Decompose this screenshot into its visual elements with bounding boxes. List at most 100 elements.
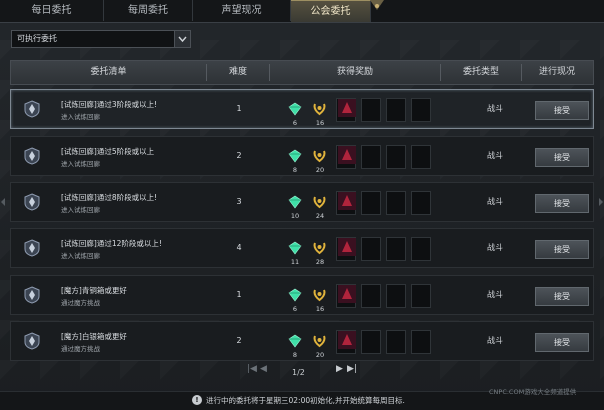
reward-slot-empty	[411, 98, 431, 122]
difficulty-value: 3	[236, 197, 242, 206]
filter-dropdown[interactable]: 可执行委托	[11, 30, 191, 48]
first-page-button[interactable]: |◀	[247, 364, 257, 374]
guild-emblem-icon	[24, 332, 40, 350]
reward-slot-empty	[361, 237, 381, 261]
last-page-button[interactable]: ▶|	[347, 364, 357, 374]
table-row[interactable]: [试炼回廊]通过8阶段或以上! 进入试炼回廊 3 10 24 战斗 接受	[10, 182, 594, 222]
gem-reward-icon	[288, 102, 302, 116]
accept-button[interactable]: 接受	[535, 287, 589, 306]
gem-reward-count: 10	[290, 212, 300, 220]
accept-button[interactable]: 接受	[535, 101, 589, 120]
quest-type: 战斗	[487, 290, 503, 299]
laurel-reward-icon	[313, 289, 326, 302]
reward-slot-empty	[411, 191, 431, 215]
chevron-down-icon[interactable]	[174, 31, 190, 47]
guild-emblem-icon	[24, 286, 40, 304]
guild-emblem-icon	[24, 147, 40, 165]
gem-reward-icon	[288, 149, 302, 163]
left-edge-arrow-icon	[1, 198, 5, 206]
col-header-difficulty: 难度	[228, 67, 247, 77]
quest-subtitle: 进入试炼回廊	[61, 113, 100, 121]
item-reward-icon	[338, 99, 356, 117]
reward-slot-empty	[386, 191, 406, 215]
laurel-reward-icon	[313, 150, 326, 163]
difficulty-value: 1	[236, 104, 242, 113]
col-header-type: 委托类型	[462, 67, 499, 77]
quest-subtitle: 通过魔方挑战	[61, 299, 100, 307]
tab-daily[interactable]: 每日委托	[0, 0, 104, 21]
accept-button[interactable]: 接受	[535, 240, 589, 259]
item-reward-icon	[338, 331, 356, 349]
filter-selected-value: 可执行委托	[17, 34, 57, 43]
quest-type: 战斗	[487, 197, 503, 206]
difficulty-value: 2	[236, 336, 242, 345]
info-icon: !	[192, 395, 202, 405]
table-row[interactable]: [试炼回廊]通过5阶段或以上 进入试炼回廊 2 8 20 战斗 接受	[10, 136, 594, 176]
reward-slot-empty	[386, 284, 406, 308]
reward-slot-empty	[361, 98, 381, 122]
col-header-status: 进行现况	[538, 67, 575, 77]
guild-emblem-icon	[24, 239, 40, 257]
gem-reward-count: 8	[292, 166, 298, 174]
accept-button[interactable]: 接受	[535, 194, 589, 213]
reward-slot-empty	[411, 284, 431, 308]
quest-type: 战斗	[487, 336, 503, 345]
col-header-reward: 获得奖励	[336, 67, 373, 77]
tab-ornament-icon	[370, 0, 384, 10]
difficulty-value: 4	[236, 243, 242, 252]
table-row[interactable]: [魔方]青铜箱或更好 通过魔方挑战 1 6 16 战斗 接受	[10, 275, 594, 315]
quest-subtitle: 进入试炼回廊	[61, 160, 100, 168]
tab-guild[interactable]: 公会委托	[291, 0, 371, 22]
item-reward-icon	[338, 238, 356, 256]
gem-reward-count: 6	[292, 305, 298, 313]
laurel-reward-icon	[313, 242, 326, 255]
reward-slot-empty	[411, 145, 431, 169]
quest-title: [试炼回廊]通过5阶段或以上	[61, 147, 155, 156]
col-header-list: 委托清单	[90, 67, 127, 77]
quest-title: [魔方]青铜箱或更好	[61, 286, 127, 295]
reward-slot-empty	[386, 237, 406, 261]
quest-title: [试炼回廊]通过8阶段或以上!	[61, 193, 158, 202]
gem-reward-icon	[288, 334, 302, 348]
quest-title: [试炼回廊]通过3阶段或以上!	[61, 100, 158, 109]
laurel-reward-icon	[313, 103, 326, 116]
footer-note: 进行中的委托将于星期三02:00初始化,并开始统算每周目标.	[206, 396, 405, 405]
laurel-reward-count: 20	[315, 351, 325, 359]
quest-title: [试炼回廊]通过12阶段或以上!	[61, 239, 162, 248]
gem-reward-count: 8	[292, 351, 298, 359]
table-row[interactable]: [试炼回廊]通过3阶段或以上! 进入试炼回廊 1 6 16 战斗 接受	[10, 89, 594, 129]
table-row[interactable]: [试炼回廊]通过12阶段或以上! 进入试炼回廊 4 11 28 战斗 接受	[10, 228, 594, 268]
laurel-reward-icon	[313, 335, 326, 348]
difficulty-value: 2	[236, 151, 242, 160]
watermark: CNPC.COM游戏大全频道提供	[489, 388, 577, 396]
reward-slot-empty	[386, 145, 406, 169]
reward-slot-empty	[386, 330, 406, 354]
prev-page-button[interactable]: ◀	[260, 364, 267, 374]
laurel-reward-count: 28	[315, 258, 325, 266]
guild-emblem-icon	[24, 193, 40, 211]
reward-slot-empty	[361, 191, 381, 215]
laurel-reward-count: 16	[315, 305, 325, 313]
table-header: 委托清单 难度 获得奖励 委托类型 进行现况	[10, 60, 594, 85]
gem-reward-count: 6	[292, 119, 298, 127]
page-indicator: 1/2	[292, 368, 305, 377]
right-edge-arrow-icon	[599, 198, 603, 206]
difficulty-value: 1	[236, 290, 242, 299]
laurel-reward-count: 20	[315, 166, 325, 174]
table-row[interactable]: [魔方]白银箱或更好 通过魔方挑战 2 8 20 战斗 接受	[10, 321, 594, 361]
reward-slot-empty	[386, 98, 406, 122]
next-page-button[interactable]: ▶	[336, 364, 343, 374]
accept-button[interactable]: 接受	[535, 333, 589, 352]
tab-reputation[interactable]: 声望现况	[193, 0, 291, 21]
gem-reward-icon	[288, 241, 302, 255]
item-reward-icon	[338, 146, 356, 164]
item-reward-icon	[338, 285, 356, 303]
quest-title: [魔方]白银箱或更好	[61, 332, 127, 341]
accept-button[interactable]: 接受	[535, 148, 589, 167]
quest-subtitle: 进入试炼回廊	[61, 206, 100, 214]
laurel-reward-icon	[313, 196, 326, 209]
gem-reward-icon	[288, 195, 302, 209]
reward-slot-empty	[361, 330, 381, 354]
quest-type: 战斗	[487, 104, 503, 113]
tab-weekly[interactable]: 每周委托	[104, 0, 193, 21]
